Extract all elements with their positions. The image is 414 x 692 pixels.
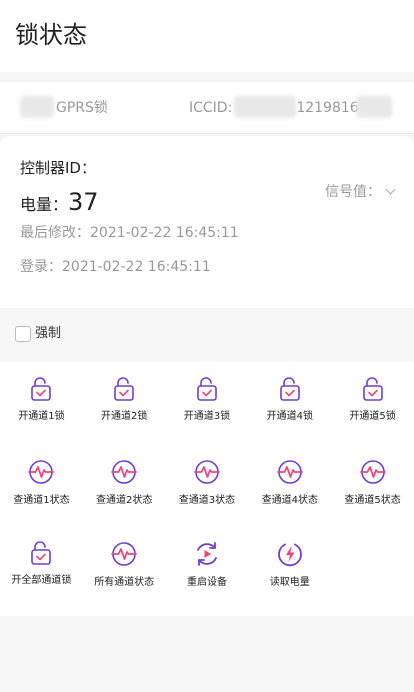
force-row: 强制 xyxy=(0,308,414,362)
pulse-icon xyxy=(194,460,220,484)
action-label: 重启设备 xyxy=(186,577,227,588)
action-query-channel-3[interactable]: 查通道3状态 xyxy=(166,444,249,524)
action-open-channel-1[interactable]: 开通道1锁 xyxy=(0,362,83,442)
action-open-channel-5[interactable]: 开通道5锁 xyxy=(331,362,414,442)
pulse-icon xyxy=(111,460,138,484)
action-grid: 开通道1锁 开通道2锁 开通道3锁 开通道4锁 开通道5锁 查通道1状态 查通道… xyxy=(0,362,414,616)
action-query-channel-5[interactable]: 查通道5状态 xyxy=(331,444,414,524)
power-label: 电量： xyxy=(20,195,69,214)
page-title: 锁状态 xyxy=(15,21,87,49)
action-label: 查通道5状态 xyxy=(344,495,401,506)
action-label: 所有通道状态 xyxy=(94,577,155,588)
action-label: 读取电量 xyxy=(269,577,310,588)
redacted-iccid-middle xyxy=(234,96,296,118)
unlock-icon xyxy=(362,377,383,401)
power-row: 电量：37 xyxy=(20,186,99,221)
action-label: 开通道4锁 xyxy=(266,411,313,422)
device-bar: GPRS锁 ICCID: 12198165 xyxy=(0,82,414,134)
action-open-channel-4[interactable]: 开通道4锁 xyxy=(248,362,331,442)
force-checkbox[interactable] xyxy=(15,326,31,342)
power-value: 37 xyxy=(68,188,99,216)
unlock-icon xyxy=(279,377,300,401)
action-label: 查通道1状态 xyxy=(13,495,70,506)
unlock-icon xyxy=(31,377,52,401)
iccid-prefix: ICCID: xyxy=(189,100,233,116)
pulse-icon xyxy=(276,460,303,484)
action-restart-device[interactable]: 重启设备 xyxy=(166,526,249,606)
action-label: 查通道4状态 xyxy=(261,495,318,506)
action-open-all-channels[interactable]: 开全部通道锁 xyxy=(0,526,83,606)
pulse-icon xyxy=(111,542,138,566)
action-label: 开全部通道锁 xyxy=(11,575,72,586)
action-open-channel-2[interactable]: 开通道2锁 xyxy=(83,362,166,442)
signal-label: 信号值： xyxy=(325,184,381,200)
restart-icon xyxy=(197,542,217,566)
action-query-channel-1[interactable]: 查通道1状态 xyxy=(0,444,83,524)
action-all-channel-status[interactable]: 所有通道状态 xyxy=(83,526,166,606)
action-label: 开通道2锁 xyxy=(101,411,148,422)
force-label: 强制 xyxy=(35,326,62,341)
action-open-channel-3[interactable]: 开通道3锁 xyxy=(166,362,249,442)
login-time: 登录：2021-02-22 16:45:11 xyxy=(20,259,211,275)
action-read-power[interactable]: 读取电量 xyxy=(248,526,331,606)
device-name-text: GPRS锁 xyxy=(56,100,108,116)
redacted-device-prefix xyxy=(20,96,54,118)
device-name: GPRS锁 xyxy=(56,98,108,118)
page-header: 锁状态 xyxy=(0,0,414,72)
action-query-channel-2[interactable]: 查通道2状态 xyxy=(83,444,166,524)
controller-id-label: 控制器ID： xyxy=(20,159,96,177)
signal-dropdown[interactable]: 信号值： xyxy=(325,182,396,202)
pulse-icon xyxy=(28,460,55,484)
device-info-panel: 控制器ID： 电量：37 信号值： 最后修改：2021-02-22 16:45:… xyxy=(0,136,414,308)
unlock-icon xyxy=(31,541,52,565)
last-modified: 最后修改：2021-02-22 16:45:11 xyxy=(20,225,239,241)
action-label: 开通道3锁 xyxy=(183,411,231,422)
unlock-icon xyxy=(114,377,134,401)
action-query-channel-4[interactable]: 查通道4状态 xyxy=(248,444,331,524)
battery-bolt-icon xyxy=(277,543,302,567)
pulse-icon xyxy=(359,460,386,484)
action-label: 查通道3状态 xyxy=(178,495,236,506)
redacted-iccid-tail xyxy=(356,96,392,118)
unlock-icon xyxy=(197,377,217,401)
action-label: 查通道2状态 xyxy=(96,495,153,506)
action-label: 开通道1锁 xyxy=(18,411,65,422)
chevron-down-icon xyxy=(385,184,396,195)
action-label: 开通道5锁 xyxy=(349,411,396,422)
